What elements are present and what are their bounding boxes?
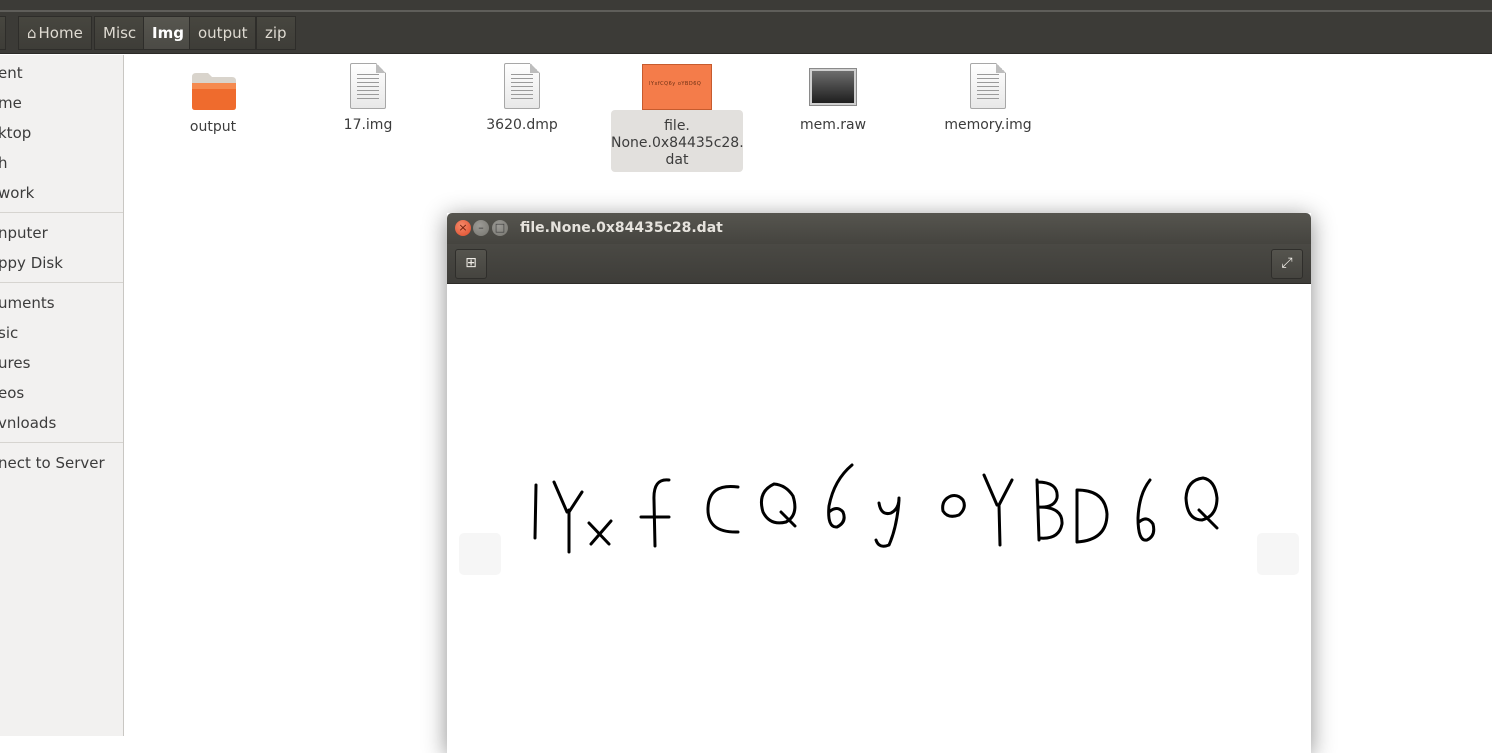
sidebar-item-desktop[interactable]: ktop: [0, 118, 31, 148]
breadcrumb-label: Img: [152, 24, 184, 42]
fullscreen-button[interactable]: ⤢: [1271, 249, 1303, 279]
sidebar-item-trash[interactable]: h: [0, 148, 8, 178]
breadcrumb-misc[interactable]: Misc: [94, 16, 146, 50]
sidebar-item-connect-to-server[interactable]: nect to Server: [0, 448, 105, 478]
previous-image-button[interactable]: [459, 533, 501, 575]
breadcrumb-label: zip: [265, 24, 287, 42]
file-item-selected[interactable]: lYxfCQ6y oYBD6Q file. None.0x84435c28. d…: [611, 64, 744, 172]
document-icon: [350, 63, 386, 109]
file-name: 17.img: [343, 117, 393, 133]
maximize-button[interactable]: □: [492, 220, 508, 236]
sidebar-item-floppy-disk[interactable]: ppy Disk: [0, 248, 63, 278]
file-name: mem.raw: [799, 117, 867, 133]
handwritten-text-image: [533, 463, 1219, 554]
breadcrumb-label: Misc: [103, 24, 137, 42]
file-item[interactable]: 17.img: [302, 63, 434, 134]
breadcrumb-output[interactable]: output: [189, 16, 257, 50]
breadcrumb-img[interactable]: Img: [143, 16, 193, 50]
sidebar-divider: [0, 282, 123, 283]
window-title: file.None.0x84435c28.dat: [520, 220, 723, 236]
sidebar-item-music[interactable]: sic: [0, 318, 18, 348]
breadcrumb-label: output: [198, 24, 248, 42]
sidebar-item-computer[interactable]: nputer: [0, 218, 48, 248]
minimize-button[interactable]: –: [473, 220, 489, 236]
sidebar-item-downloads[interactable]: vnloads: [0, 408, 56, 438]
image-thumbnail: lYxfCQ6y oYBD6Q: [642, 64, 712, 110]
document-icon: [504, 63, 540, 109]
file-item[interactable]: mem.raw: [767, 63, 899, 134]
breadcrumb-label: Home: [38, 24, 83, 42]
file-item[interactable]: memory.img: [922, 63, 1054, 134]
breadcrumb-home[interactable]: ⌂ Home: [18, 16, 92, 50]
folder-icon: [192, 73, 236, 110]
file-item[interactable]: 3620.dmp: [456, 63, 588, 134]
gallery-button[interactable]: ⊞: [455, 249, 487, 279]
image-canvas: [447, 285, 1311, 753]
file-item[interactable]: output: [147, 65, 279, 136]
sidebar-item-home[interactable]: me: [0, 88, 22, 118]
plus-square-icon: ⊞: [465, 255, 477, 271]
viewer-toolbar: ⊞ ⤢: [447, 244, 1311, 284]
document-icon: [970, 63, 1006, 109]
image-viewer-window: × – □ file.None.0x84435c28.dat ⊞ ⤢: [447, 213, 1311, 753]
next-image-button[interactable]: [1257, 533, 1299, 575]
top-panel: [0, 0, 1492, 12]
close-button[interactable]: ×: [455, 220, 471, 236]
home-icon: ⌂: [27, 24, 37, 42]
viewer-titlebar[interactable]: × – □ file.None.0x84435c28.dat: [447, 213, 1311, 244]
places-sidebar: ent me ktop h work nputer ppy Disk ument…: [0, 55, 124, 736]
sidebar-item-documents[interactable]: uments: [0, 288, 55, 318]
sidebar-item-pictures[interactable]: ures: [0, 348, 30, 378]
fullscreen-icon: ⤢: [1281, 255, 1293, 271]
maximize-icon: □: [494, 221, 506, 234]
minimize-icon: –: [478, 221, 484, 234]
close-icon: ×: [458, 221, 468, 234]
file-name: output: [189, 119, 237, 135]
sidebar-item-videos[interactable]: eos: [0, 378, 24, 408]
file-name: file. None.0x84435c28. dat: [611, 118, 744, 168]
sidebar-divider: [0, 442, 123, 443]
selection-highlight: file. None.0x84435c28. dat: [611, 110, 744, 172]
path-bar: ⌂ Home Misc Img output zip: [0, 12, 1492, 54]
sidebar-item-network[interactable]: work: [0, 178, 34, 208]
file-name: memory.img: [944, 117, 1032, 133]
sidebar-item-recent[interactable]: ent: [0, 58, 23, 88]
monitor-icon: [809, 68, 857, 106]
breadcrumb-zip[interactable]: zip: [256, 16, 296, 50]
sidebar-divider: [0, 212, 123, 213]
file-name: 3620.dmp: [486, 117, 558, 133]
path-bar-left-arrow[interactable]: [0, 16, 6, 50]
